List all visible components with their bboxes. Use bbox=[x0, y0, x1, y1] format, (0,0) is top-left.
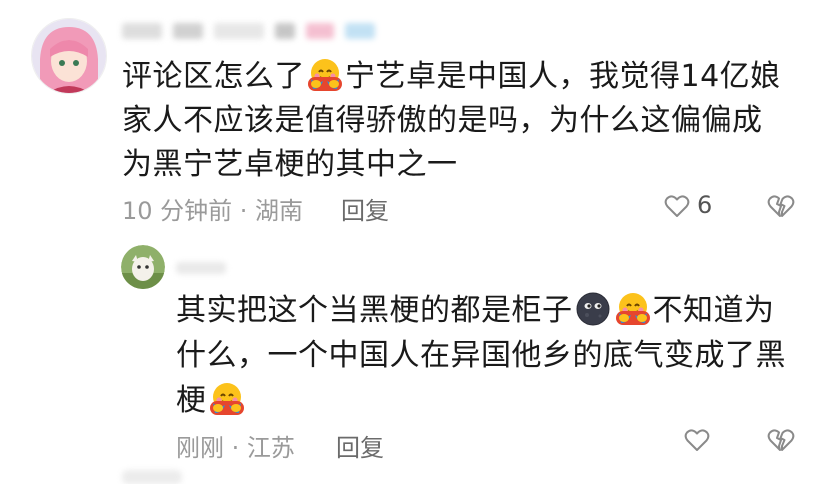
hugging-face-emoji bbox=[307, 57, 343, 93]
like-button[interactable] bbox=[663, 192, 691, 224]
reply-time-location: 刚刚 · 江苏 bbox=[176, 434, 295, 462]
comment-text: 评论区怎么了 宁艺卓是中国人，我觉得14亿娘家人不应该是值得骄傲的是吗，为什么这偏… bbox=[122, 55, 792, 187]
reply-username-obscured[interactable] bbox=[176, 262, 226, 274]
commenter-avatar[interactable] bbox=[31, 18, 107, 94]
reply-text: 其实把这个当黑梗的都是柜子 不知道为什么，一个中国人在异国他乡的底气变成了黑梗 bbox=[176, 288, 796, 423]
heart-icon bbox=[683, 429, 711, 458]
heart-icon bbox=[663, 195, 691, 224]
like-count: 6 bbox=[697, 191, 713, 219]
comment-text-part: 评论区怎么了 bbox=[122, 59, 305, 94]
hugging-face-emoji bbox=[615, 291, 651, 327]
reply-like-button[interactable] bbox=[683, 426, 711, 458]
broken-heart-icon bbox=[766, 195, 796, 224]
reply-reply-button[interactable]: 回复 bbox=[336, 428, 384, 463]
new-moon-face-emoji bbox=[575, 291, 611, 327]
username-obscured[interactable] bbox=[122, 20, 392, 46]
comment-time-location: 10 分钟前 · 湖南 bbox=[122, 197, 304, 225]
hugging-face-emoji bbox=[209, 381, 245, 417]
reply-text-part: 其实把这个当黑梗的都是柜子 bbox=[176, 293, 573, 328]
broken-heart-icon bbox=[766, 429, 796, 458]
replier-avatar[interactable] bbox=[121, 245, 165, 289]
dislike-button[interactable] bbox=[766, 192, 796, 224]
reply-dislike-button[interactable] bbox=[766, 426, 796, 458]
reply-button[interactable]: 回复 bbox=[341, 191, 389, 226]
